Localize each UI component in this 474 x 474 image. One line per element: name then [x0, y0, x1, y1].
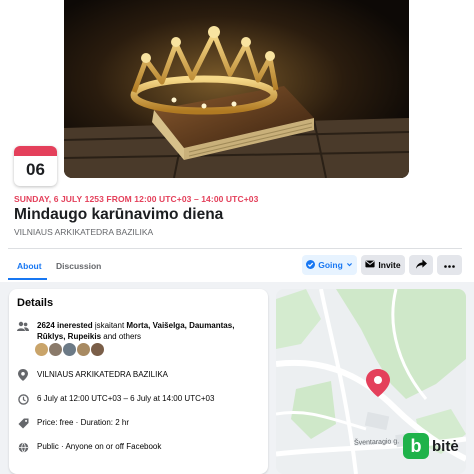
tab-about[interactable]: About — [17, 261, 42, 271]
friend-names-line1[interactable]: Morta, Vaišelga, Daumantas, — [126, 321, 234, 330]
event-title: Mindaugo karūnavimo diena — [14, 206, 224, 223]
header-divider — [8, 248, 462, 249]
share-button[interactable] — [409, 255, 433, 275]
ellipsis-icon — [444, 260, 455, 270]
avatar[interactable] — [76, 342, 91, 357]
details-row-dates: 6 July at 12:00 UTC+03 – 6 July at 14:00… — [17, 393, 214, 405]
chevron-down-icon — [346, 260, 353, 270]
details-dates: 6 July at 12:00 UTC+03 – 6 July at 14:00… — [37, 394, 215, 403]
avatar[interactable] — [62, 342, 77, 357]
details-location[interactable]: VILNIAUS ARKIKATEDRA BAZILIKA — [37, 369, 168, 380]
clock-icon — [17, 393, 29, 405]
tab-about-underline — [8, 278, 47, 280]
avatar-stack — [34, 342, 105, 357]
avatar[interactable] — [90, 342, 105, 357]
avatar[interactable] — [48, 342, 63, 357]
bite-logo: b bitė — [403, 433, 469, 459]
details-row-location: VILNIAUS ARKIKATEDRA BAZILIKA — [17, 369, 168, 381]
bite-logo-text: bitė — [432, 437, 459, 455]
details-price: Price: free · Duration: 2 hr — [37, 418, 130, 427]
friend-names-line2[interactable]: Rūklys, Rupeikis — [37, 332, 101, 341]
globe-icon — [17, 441, 29, 453]
date-badge: 06 — [14, 146, 57, 186]
invite-button[interactable]: Invite — [361, 255, 405, 275]
share-arrow-icon — [415, 259, 427, 271]
location-pin-icon — [17, 369, 29, 381]
going-button[interactable]: Going — [302, 255, 357, 275]
including-word: įskaitant — [92, 321, 127, 330]
details-row-privacy: Public · Anyone on or off Facebook — [17, 441, 161, 453]
avatar[interactable] — [34, 342, 49, 357]
details-row-interested: 2624 inerested įskaitant Morta, Vaišelga… — [17, 320, 234, 342]
details-privacy: Public · Anyone on or off Facebook — [37, 442, 162, 451]
event-cover-image — [64, 0, 409, 178]
date-badge-day: 06 — [26, 160, 45, 179]
event-datetime: SUNDAY, 6 JULY 1253 FROM 12:00 UTC+03 – … — [14, 194, 259, 204]
price-tag-icon — [17, 417, 29, 429]
more-options-button[interactable] — [437, 255, 462, 275]
invite-button-label: Invite — [378, 260, 401, 270]
details-heading: Details — [17, 297, 54, 309]
bite-logo-mark: b — [403, 433, 429, 459]
event-location-subtitle[interactable]: VILNIAUS ARKIKATEDRA BAZILIKA — [14, 227, 153, 237]
details-row-price: Price: free · Duration: 2 hr — [17, 417, 129, 429]
date-badge-month-strip — [14, 146, 57, 156]
envelope-icon — [365, 260, 375, 270]
going-button-label: Going — [318, 260, 343, 270]
and-others-text: and others — [101, 332, 142, 341]
details-card: Details 2624 inerested įskaitant Morta, … — [9, 289, 268, 474]
check-circle-icon — [306, 259, 316, 271]
interested-count[interactable]: 2624 inerested — [37, 321, 93, 330]
tab-discussion[interactable]: Discussion — [56, 261, 101, 271]
people-icon — [17, 320, 29, 332]
